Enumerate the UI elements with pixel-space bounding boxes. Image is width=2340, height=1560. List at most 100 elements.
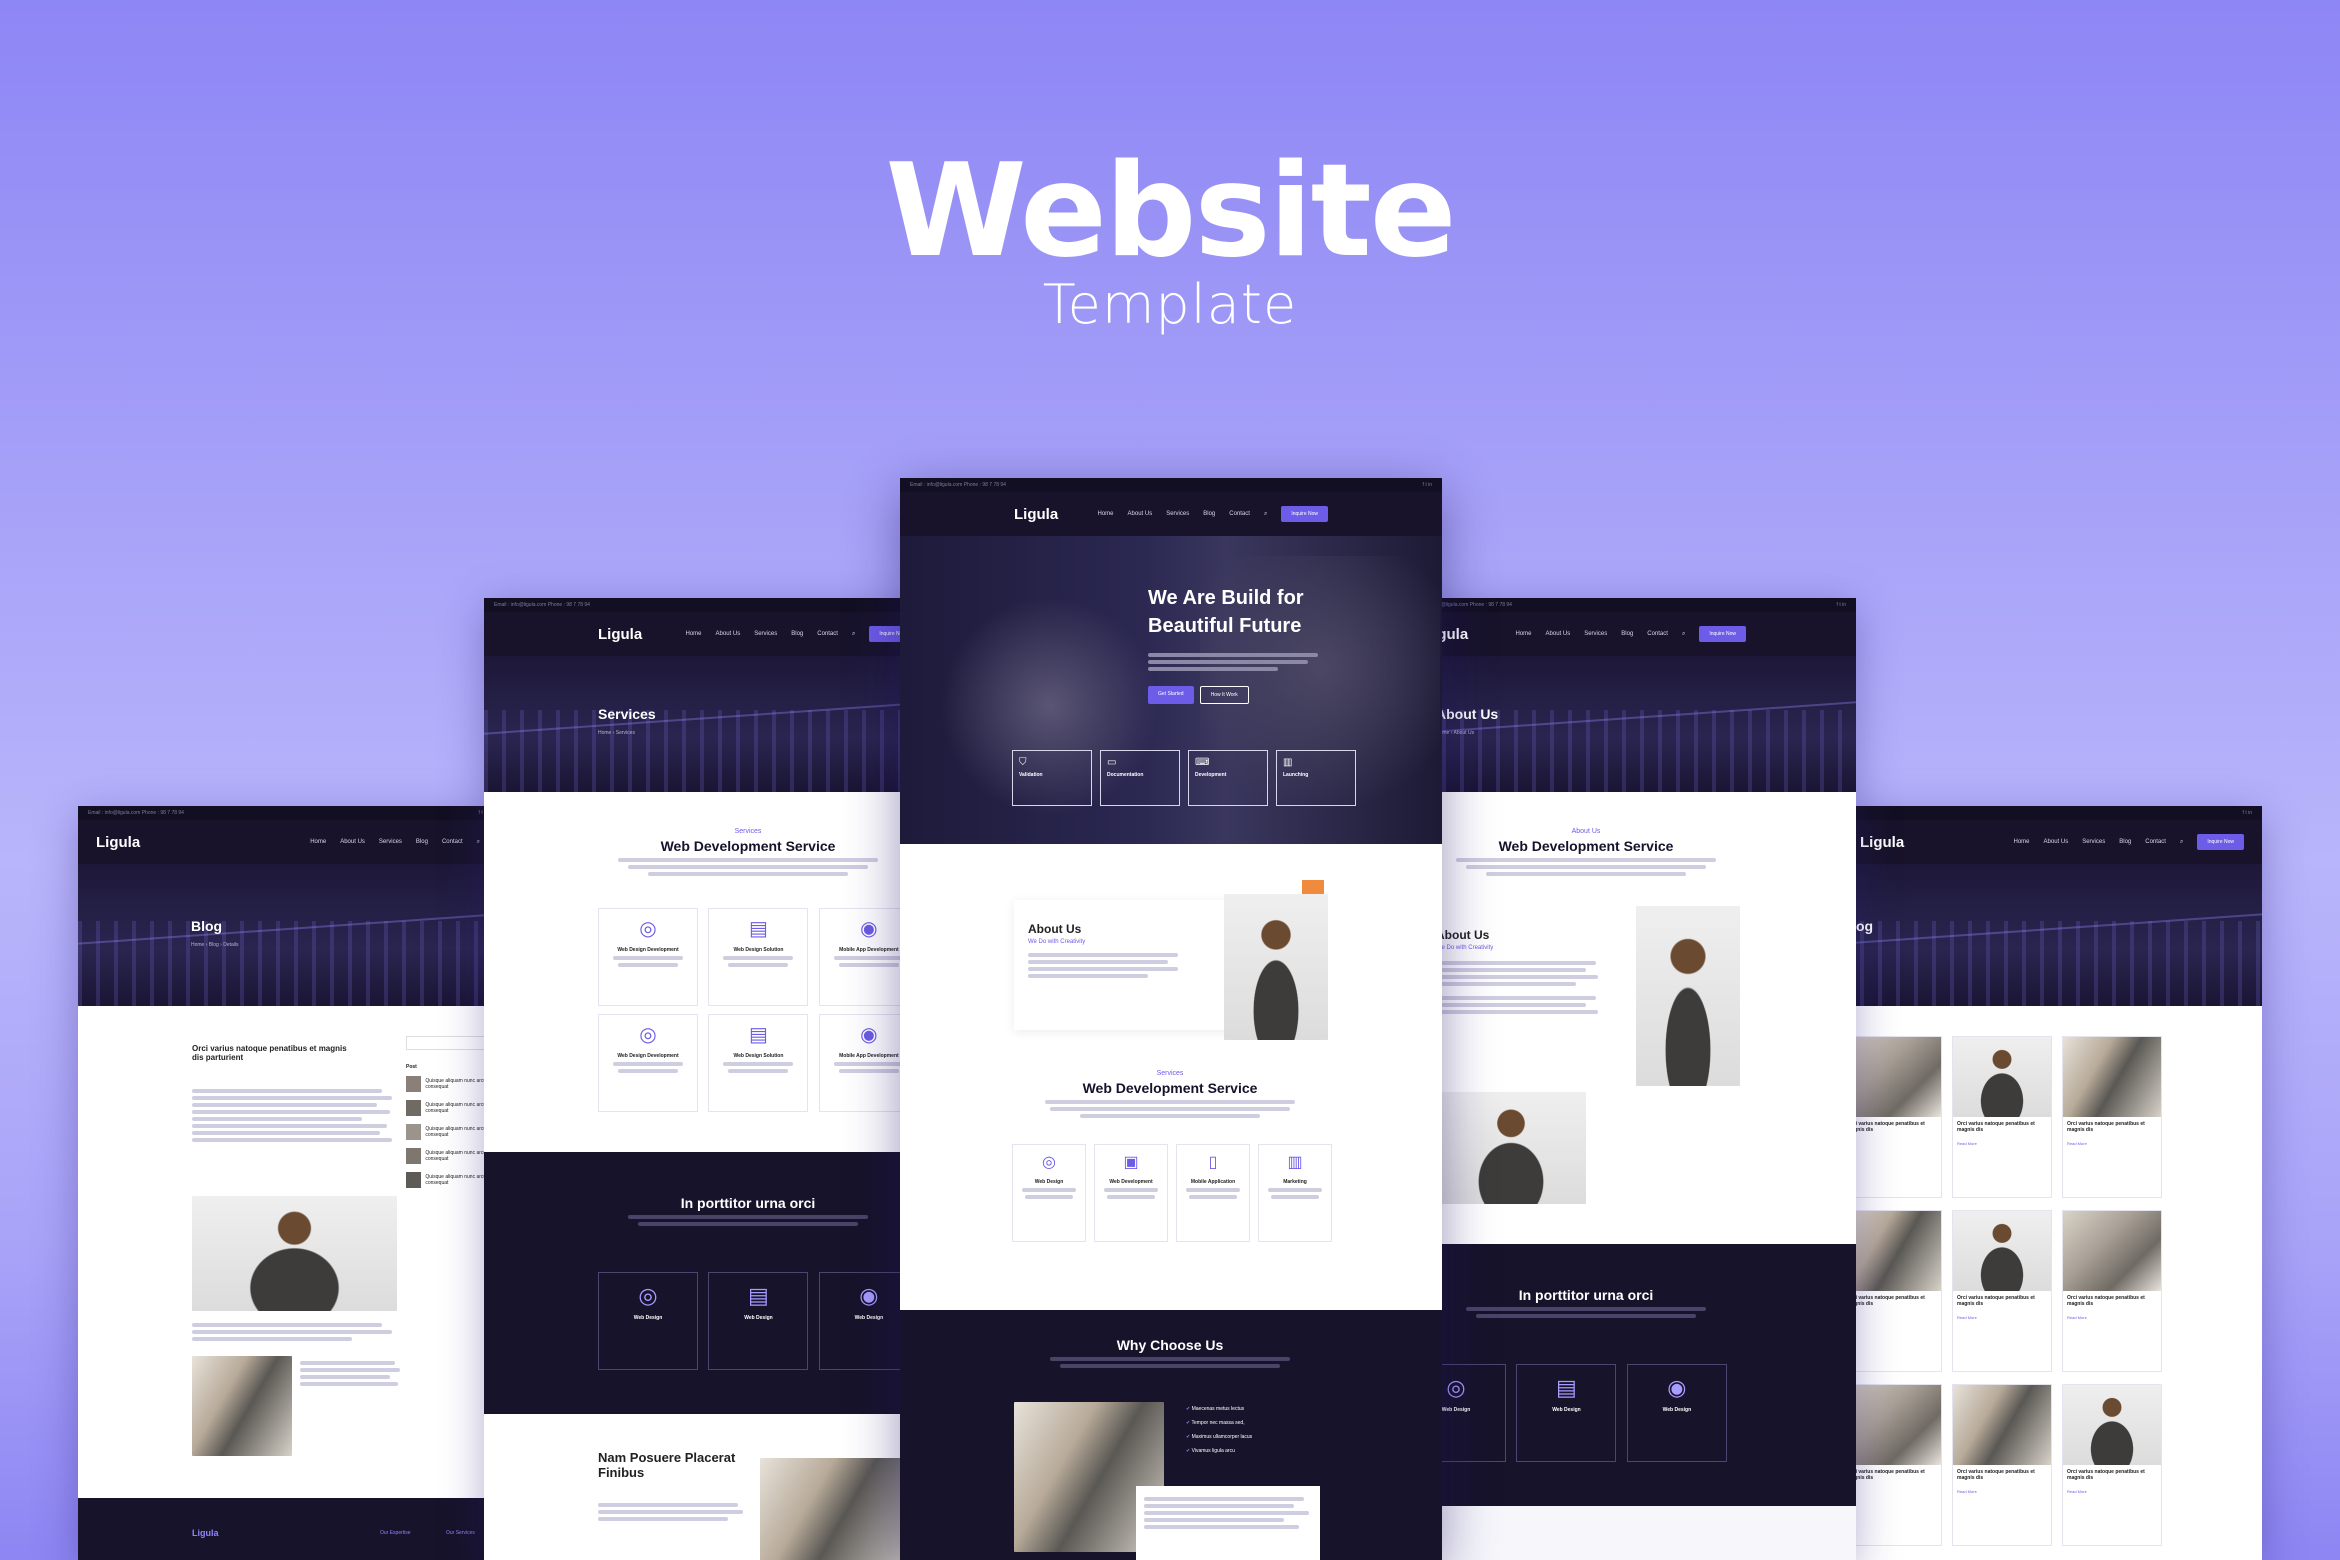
nav-blog[interactable]: Blog: [2119, 839, 2131, 845]
blog-card[interactable]: Orci varius natoque penatibus et magnis …: [1952, 1210, 2052, 1372]
post-image-2: [192, 1356, 292, 1456]
service-card[interactable]: ▥ Marketing: [1258, 1144, 1332, 1242]
nav-home[interactable]: Home: [1098, 511, 1114, 517]
search-icon[interactable]: ⌕: [852, 631, 855, 638]
blog-card[interactable]: Orci varius natoque penatibus et magnis …: [1842, 1384, 1942, 1546]
service-card[interactable]: ▣ Web Development: [1094, 1144, 1168, 1242]
nav-services[interactable]: Services: [754, 631, 777, 637]
nav-home[interactable]: Home: [1516, 631, 1532, 637]
search-icon[interactable]: ⌕: [1682, 631, 1685, 638]
blog-card[interactable]: Orci varius natoque penatibus et magnis …: [2062, 1210, 2162, 1372]
feature-box[interactable]: ▥ Launching: [1276, 750, 1356, 806]
nav-home[interactable]: Home: [2014, 839, 2030, 845]
about-image: [1636, 906, 1740, 1086]
navbar: Ligula Home About Us Services Blog Conta…: [484, 612, 934, 656]
service-card[interactable]: ◎ Web Design Development: [598, 1014, 698, 1112]
nav-blog[interactable]: Blog: [791, 631, 803, 637]
nav-contact[interactable]: Contact: [1229, 511, 1250, 517]
check-icon: ✔: [1186, 1406, 1191, 1412]
monitor-icon: ▣: [1123, 1154, 1139, 1171]
blog-card[interactable]: Orci varius natoque penatibus et magnis …: [1842, 1036, 1942, 1198]
feature-card[interactable]: ◉ Web Design: [1626, 1364, 1727, 1462]
nav-home[interactable]: Home: [310, 839, 326, 845]
why-point: Vivamus ligula arcu: [1191, 1448, 1235, 1454]
inquire-button[interactable]: Inquire Now: [2197, 834, 2244, 850]
chart-icon: ▥: [1283, 757, 1293, 768]
feature-card[interactable]: ▤ Web Design: [708, 1272, 809, 1370]
blog-card[interactable]: Orci varius natoque penatibus et magnis …: [1952, 1036, 2052, 1198]
blog-card[interactable]: Orci varius natoque penatibus et magnis …: [2062, 1384, 2162, 1546]
about-title: About Us: [1436, 928, 1490, 942]
dark-section-title: In porttitor urna orci: [1518, 1287, 1654, 1303]
feature-card[interactable]: ▤ Web Design: [1516, 1364, 1617, 1462]
nav-contact[interactable]: Contact: [2145, 839, 2166, 845]
why-list: ✔ Maecenas metus lectus ✔ Tempor nec mas…: [1186, 1406, 1252, 1462]
footer: Ligula Our Expertise Our Services: [78, 1498, 498, 1560]
nav-services[interactable]: Services: [379, 839, 402, 845]
nav-blog[interactable]: Blog: [1621, 631, 1633, 637]
logo[interactable]: Ligula: [96, 834, 140, 851]
why-card: [1136, 1486, 1320, 1560]
blog-card[interactable]: Orci varius natoque penatibus et magnis …: [2062, 1036, 2162, 1198]
search-icon[interactable]: ⌕: [477, 839, 480, 846]
footer-logo[interactable]: Ligula: [192, 1528, 219, 1538]
service-card[interactable]: ◎ Web Design Development: [598, 908, 698, 1006]
nav-contact[interactable]: Contact: [1647, 631, 1668, 637]
search-icon[interactable]: ⌕: [1264, 511, 1267, 518]
nav-about[interactable]: About Us: [716, 631, 741, 637]
nav-about[interactable]: About Us: [340, 839, 365, 845]
why-choose-section: Why Choose Us ✔ Maecenas metus lectus ✔ …: [900, 1310, 1442, 1560]
why-point: Maecenas metus lectus: [1191, 1406, 1245, 1412]
banner-title: Services: [598, 706, 656, 722]
nav-about[interactable]: About Us: [2044, 839, 2069, 845]
footer-col-services: Our Services: [446, 1530, 475, 1536]
blog-card[interactable]: Orci varius natoque penatibus et magnis …: [1952, 1384, 2052, 1546]
section-kicker: Services: [734, 828, 762, 835]
mockup-about: Email : info@ligula.com Phone : 98 7 78 …: [1406, 598, 1856, 1560]
nav-about[interactable]: About Us: [1546, 631, 1571, 637]
banner-title: About Us: [1436, 706, 1499, 722]
section-title: Nam Posuere Placerat Finibus: [598, 1450, 736, 1480]
feature-card[interactable]: ◎ Web Design: [598, 1272, 698, 1370]
nav-contact[interactable]: Contact: [817, 631, 838, 637]
service-card[interactable]: ▯ Mobile Application: [1176, 1144, 1250, 1242]
nav-services[interactable]: Services: [2082, 839, 2105, 845]
blog-card[interactable]: Orci varius natoque penatibus et magnis …: [1842, 1210, 1942, 1372]
stack-icon: ▤: [749, 1024, 768, 1046]
nav-about[interactable]: About Us: [1128, 511, 1153, 517]
logo[interactable]: Ligula: [1860, 834, 1904, 851]
inquire-button[interactable]: Inquire Now: [1281, 506, 1328, 522]
document-icon: ▭: [1107, 757, 1117, 768]
get-started-button[interactable]: Get Started: [1148, 686, 1194, 704]
nav-contact[interactable]: Contact: [442, 839, 463, 845]
dark-section-title: In porttitor urna orci: [680, 1195, 816, 1211]
inquire-button[interactable]: Inquire Now: [1699, 626, 1746, 642]
service-card[interactable]: ▤ Web Design Solution: [708, 1014, 809, 1112]
page-banner: Services Home › Services: [484, 656, 934, 792]
layers-icon: ◎: [639, 918, 657, 940]
nav-home[interactable]: Home: [686, 631, 702, 637]
navbar: Ligula Home About Us Services Blog Conta…: [1842, 820, 2262, 864]
nav-services[interactable]: Services: [1584, 631, 1607, 637]
dark-section: In porttitor urna orci ◎ Web Design ▤ Web …: [1406, 1244, 1856, 1506]
mobile-icon: ▯: [1208, 1154, 1218, 1171]
about-image: [1224, 894, 1328, 1040]
search-icon[interactable]: ⌕: [2180, 839, 2183, 846]
feature-box[interactable]: ⛉ Validation: [1012, 750, 1092, 806]
section-title: Web Development Service: [660, 838, 836, 854]
check-icon: ✔: [1186, 1448, 1191, 1454]
logo[interactable]: Ligula: [1014, 506, 1058, 523]
page-banner: Blog: [1842, 864, 2262, 1006]
nav-blog[interactable]: Blog: [1203, 511, 1215, 517]
feature-box[interactable]: ▭ Documentation: [1100, 750, 1180, 806]
logo[interactable]: Ligula: [598, 626, 642, 643]
service-card[interactable]: ◎ Web Design: [1012, 1144, 1086, 1242]
feature-box[interactable]: ⌨ Development: [1188, 750, 1268, 806]
nav-services[interactable]: Services: [1166, 511, 1189, 517]
service-card[interactable]: ▤ Web Design Solution: [708, 908, 809, 1006]
how-it-work-button[interactable]: How It Work: [1199, 686, 1249, 704]
hero-section: We Are Build for Beautiful Future Get Sta…: [900, 536, 1442, 844]
nav-blog[interactable]: Blog: [416, 839, 428, 845]
navbar: Ligula Home About Us Services Blog Conta…: [78, 820, 498, 864]
about-subtitle: We Do with Creativity: [1028, 939, 1086, 945]
